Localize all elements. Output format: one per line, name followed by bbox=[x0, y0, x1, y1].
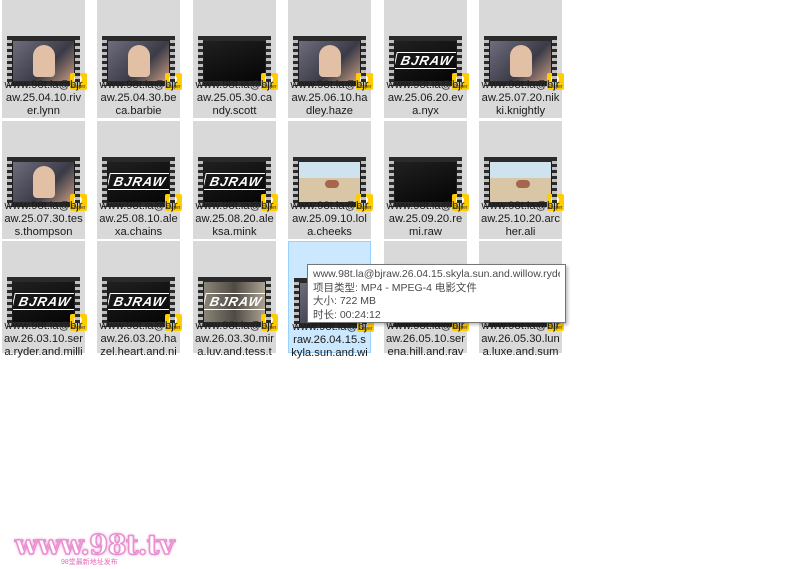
file-item[interactable]: Player www.98t.la@bjraw.25.09.10.lola.che… bbox=[288, 121, 373, 239]
file-name: www.98t.la@bjraw.25.06.10.hadley.haze bbox=[290, 79, 369, 117]
file-name: www.98t.la@bjraw.26.03.10.sera.ryder.and… bbox=[4, 320, 83, 358]
file-name: www.98t.la@bjraw.25.09.20.remi.raw bbox=[386, 200, 465, 238]
file-item[interactable]: Player www.98t.la@bjraw.25.07.20.nikki.kn… bbox=[479, 0, 564, 118]
thumbnail-logo: BJRAW bbox=[108, 173, 169, 190]
file-name: www.98t.la@bjraw.26.04.15.skyla.sun.and.… bbox=[291, 321, 368, 359]
tooltip-type: 项目类型: MP4 - MPEG-4 电影文件 bbox=[313, 281, 477, 294]
file-item[interactable]: BJRAW Player www.98t.la@bjraw.26.03.30.mir… bbox=[193, 241, 278, 358]
file-name: www.98t.la@bjraw.25.07.20.nikki.knightly bbox=[481, 79, 560, 117]
file-name: www.98t.la@bjraw.26.05.10.serena.hill.an… bbox=[386, 320, 465, 358]
tooltip-duration: 时长: 00:24:12 bbox=[313, 308, 381, 321]
file-name: www.98t.la@bjraw.26.05.30.luna.luxe.and.… bbox=[481, 320, 560, 358]
file-item[interactable]: Player www.98t.la@bjraw.25.07.30.tess.tho… bbox=[2, 121, 87, 239]
file-name: www.98t.la@bjraw.26.03.30.mira.luv.and.t… bbox=[195, 320, 274, 358]
tooltip-title: www.98t.la@bjraw.26.04.15.skyla.sun.and.… bbox=[313, 268, 560, 280]
file-name: www.98t.la@bjraw.25.05.30.candy.scott bbox=[195, 79, 274, 117]
file-name: www.98t.la@bjraw.25.08.10.alexa.chains bbox=[99, 200, 178, 238]
file-item[interactable]: Player www.98t.la@bjraw.25.06.10.hadley.h… bbox=[288, 0, 373, 118]
thumbnail-logo: BJRAW bbox=[204, 293, 265, 310]
thumbnail-logo: BJRAW bbox=[395, 52, 456, 69]
file-item[interactable]: BJRAW Player www.98t.la@bjraw.26.03.20.haz… bbox=[97, 241, 182, 358]
file-item[interactable]: Player www.98t.la@bjraw.25.04.30.beca.bar… bbox=[97, 0, 182, 118]
file-name: www.98t.la@bjraw.25.04.10.river.lynn bbox=[4, 79, 83, 117]
watermark-logo: www.98t.tv 98堂最新地址发布 bbox=[14, 529, 175, 567]
file-item[interactable]: BJRAW Player www.98t.la@bjraw.25.06.20.eva… bbox=[384, 0, 469, 118]
file-tooltip: www.98t.la@bjraw.26.04.15.skyla.sun.and.… bbox=[307, 264, 566, 323]
file-name: www.98t.la@bjraw.25.06.20.eva.nyx bbox=[386, 79, 465, 117]
file-item[interactable]: Player www.98t.la@bjraw.25.09.20.remi.raw bbox=[384, 121, 469, 239]
file-name: www.98t.la@bjraw.25.09.10.lola.cheeks bbox=[290, 200, 369, 238]
thumbnail-logo: BJRAW bbox=[13, 293, 74, 310]
file-name: www.98t.la@bjraw.25.04.30.beca.barbie bbox=[99, 79, 178, 117]
tooltip-size: 大小: 722 MB bbox=[313, 295, 377, 307]
file-item[interactable]: BJRAW Player www.98t.la@bjraw.26.03.10.ser… bbox=[2, 241, 87, 358]
file-item[interactable]: Player www.98t.la@bjraw.25.05.30.candy.sc… bbox=[193, 0, 278, 118]
file-item[interactable]: Player www.98t.la@bjraw.25.04.10.river.ly… bbox=[2, 0, 87, 118]
file-name: www.98t.la@bjraw.26.03.20.hazel.heart.an… bbox=[99, 320, 178, 358]
file-name: www.98t.la@bjraw.25.10.20.archer.ali bbox=[481, 200, 560, 238]
file-name: www.98t.la@bjraw.25.08.20.aleksa.mink bbox=[195, 200, 274, 238]
file-item[interactable]: BJRAW Player www.98t.la@bjraw.25.08.20.ale… bbox=[193, 121, 278, 239]
thumbnail-logo: BJRAW bbox=[204, 173, 265, 190]
thumbnail-logo: BJRAW bbox=[108, 293, 169, 310]
file-item[interactable]: BJRAW Player www.98t.la@bjraw.25.08.10.ale… bbox=[97, 121, 182, 239]
file-item[interactable]: Player www.98t.la@bjraw.25.10.20.archer.a… bbox=[479, 121, 564, 239]
file-name: www.98t.la@bjraw.25.07.30.tess.thompson bbox=[4, 200, 83, 238]
